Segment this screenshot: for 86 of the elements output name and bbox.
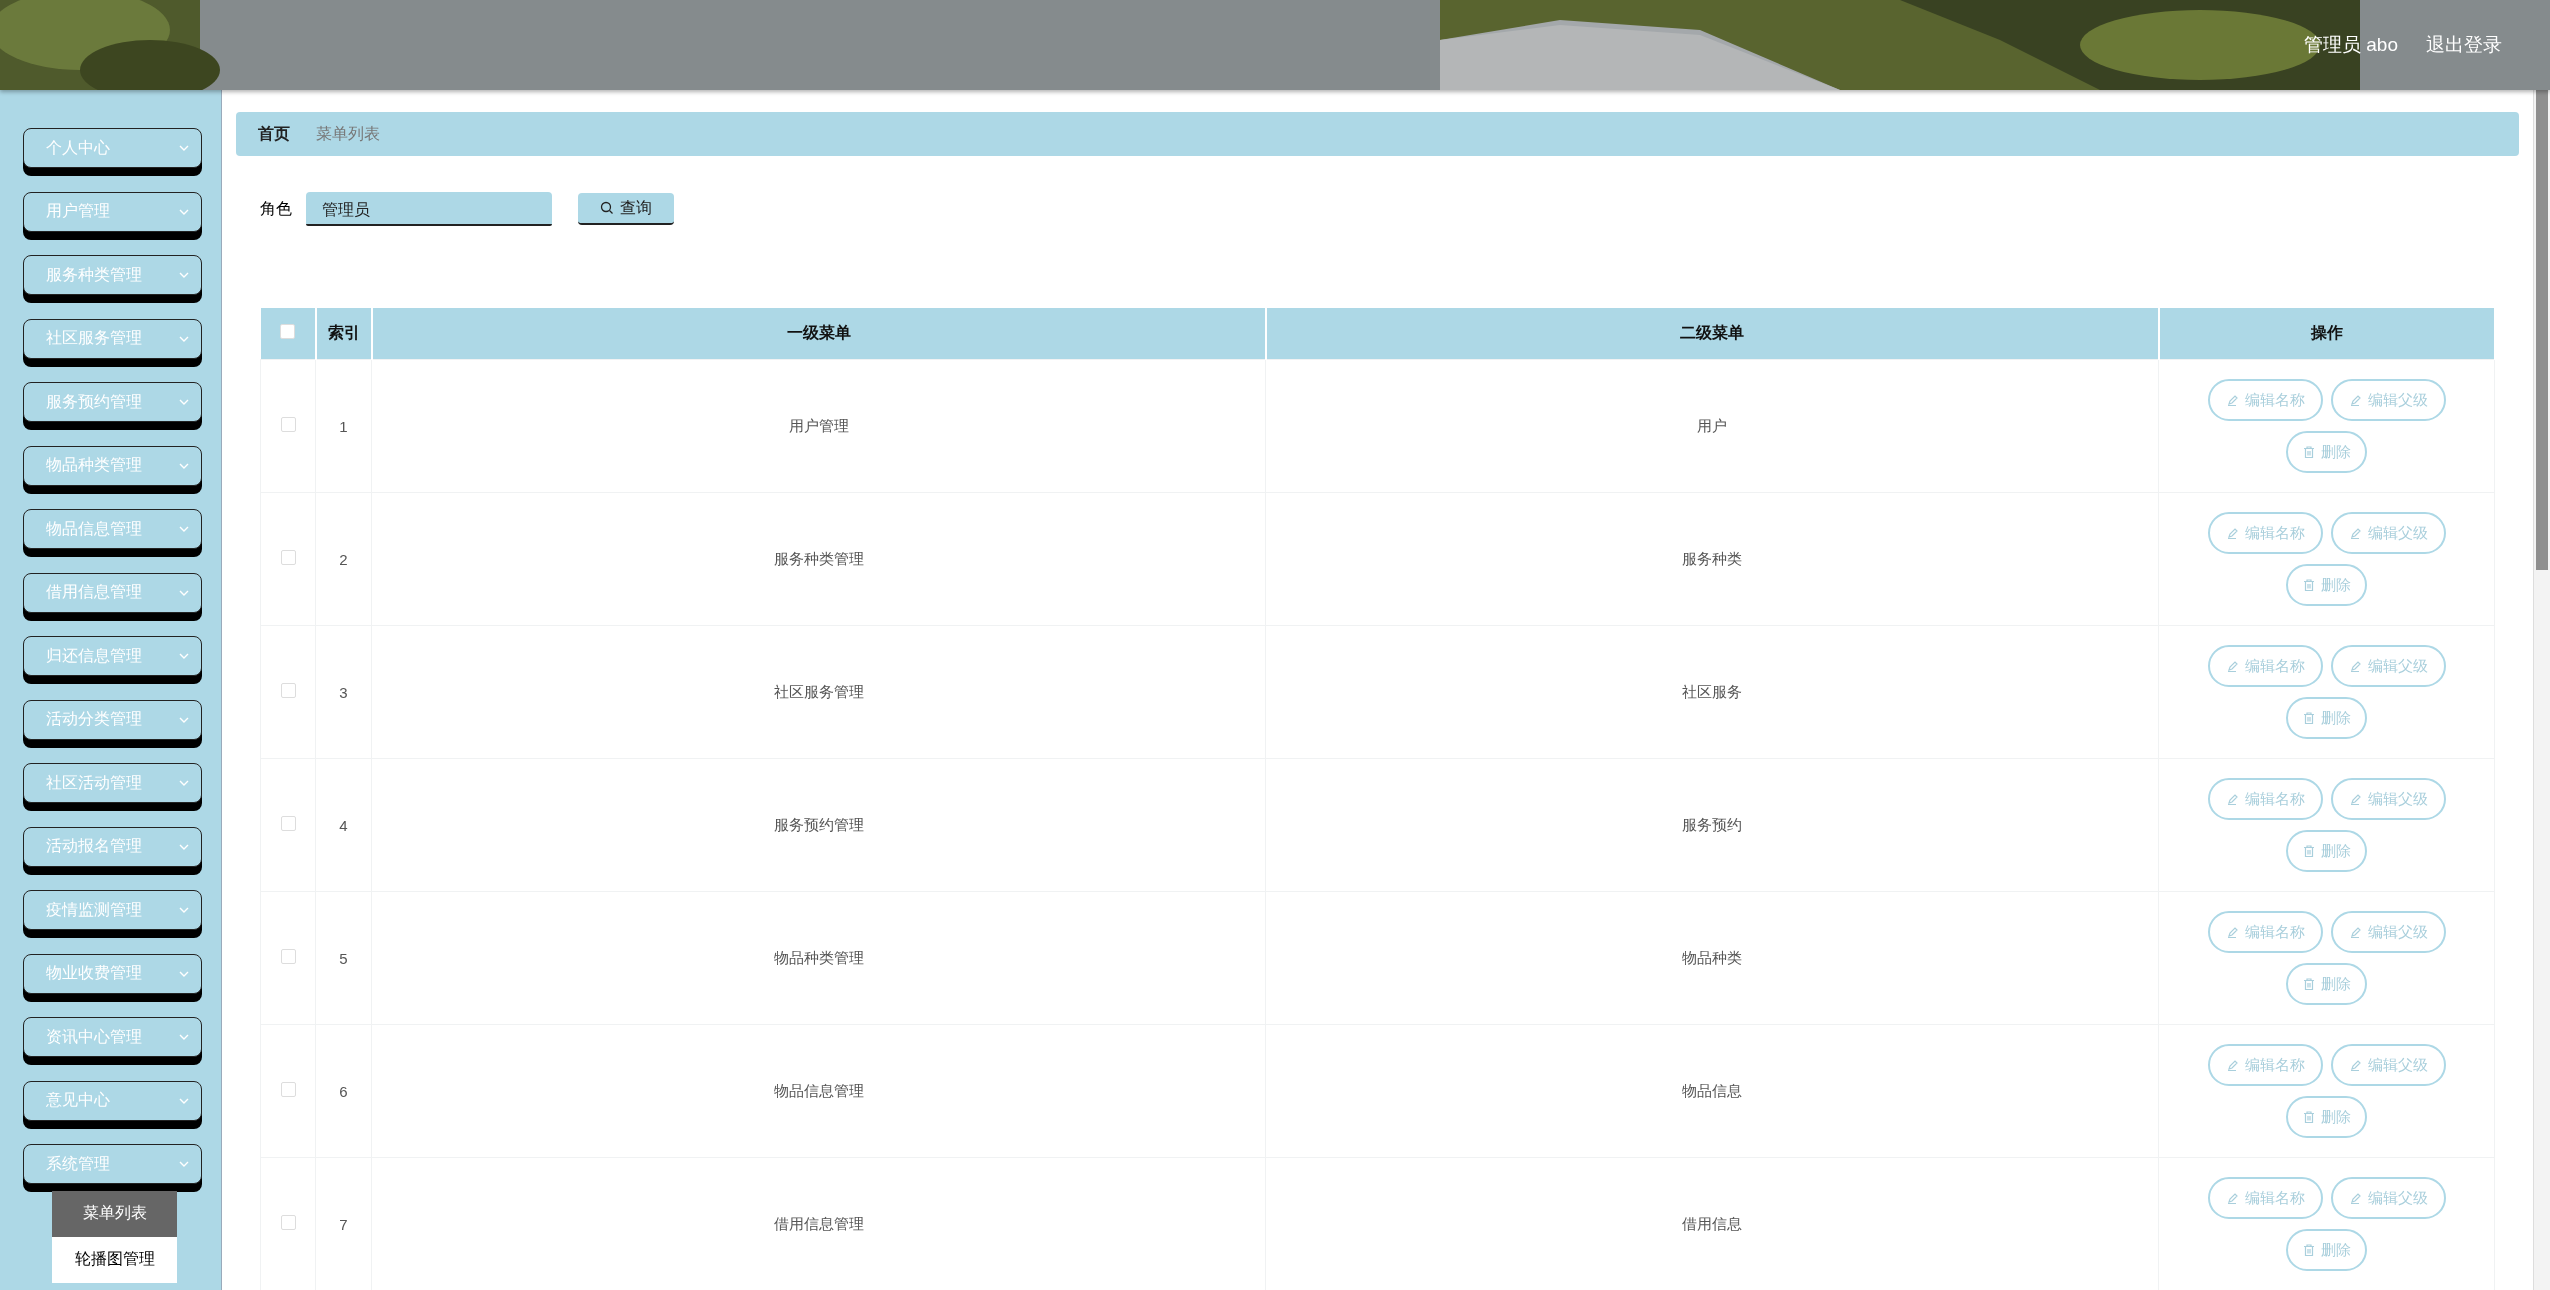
- column-header: 一级菜单: [786, 324, 851, 341]
- trash-icon: [2302, 1243, 2316, 1257]
- trash-icon: [2302, 844, 2316, 858]
- table-cell: 服务种类: [1682, 549, 1742, 567]
- table-cell: 用户: [1697, 416, 1727, 434]
- pencil-icon: [2225, 1191, 2240, 1205]
- user-name: 管理员 abo: [2304, 33, 2398, 57]
- table-cell: 6: [339, 1082, 348, 1100]
- trash-icon: [2302, 1110, 2316, 1124]
- table-cell: 物品种类: [1682, 948, 1742, 966]
- table-cell: 服务预约: [1682, 815, 1742, 833]
- select-all-checkbox[interactable]: [280, 324, 295, 339]
- edit-button[interactable]: 编辑父级: [2330, 512, 2446, 554]
- column-header: 操作: [2310, 324, 2343, 341]
- search-icon: [600, 201, 614, 215]
- table-cell: 物品信息管理: [773, 1081, 864, 1099]
- table-cell: 物品信息: [1682, 1081, 1742, 1099]
- pencil-icon: [2348, 1058, 2363, 1072]
- delete-button[interactable]: 删除: [2286, 1096, 2367, 1138]
- field-label: 角色: [260, 198, 292, 219]
- row-checkbox[interactable]: [280, 683, 296, 698]
- edit-button[interactable]: 编辑父级: [2330, 1044, 2446, 1086]
- edit-button[interactable]: 编辑名称: [2207, 379, 2323, 421]
- table-cell: 5: [339, 949, 348, 967]
- table-cell: 4: [339, 816, 348, 834]
- column-header: 索引: [327, 324, 360, 341]
- edit-button[interactable]: 编辑名称: [2207, 645, 2323, 687]
- pencil-icon: [2348, 393, 2363, 407]
- delete-button[interactable]: 删除: [2286, 697, 2367, 739]
- submenu-item[interactable]: 菜单列表: [52, 1190, 177, 1237]
- column-header: 二级菜单: [1680, 324, 1744, 341]
- trash-icon: [2302, 977, 2316, 991]
- edit-button[interactable]: 编辑名称: [2207, 512, 2323, 554]
- table-cell: 社区服务管理: [773, 682, 864, 700]
- pencil-icon: [2225, 659, 2240, 673]
- breadcrumb-item: 菜单列表: [316, 123, 380, 144]
- edit-button[interactable]: 编辑名称: [2207, 1044, 2323, 1086]
- delete-button[interactable]: 删除: [2286, 431, 2367, 473]
- logout-link[interactable]: 退出登录: [2426, 32, 2502, 58]
- edit-button[interactable]: 编辑名称: [2207, 778, 2323, 820]
- pencil-icon: [2348, 1191, 2363, 1205]
- row-checkbox[interactable]: [280, 550, 296, 565]
- table-cell: 服务种类管理: [773, 549, 864, 567]
- edit-button[interactable]: 编辑父级: [2330, 379, 2446, 421]
- submenu-item[interactable]: 轮播图管理: [52, 1236, 177, 1283]
- pencil-icon: [2348, 792, 2363, 806]
- edit-button[interactable]: 编辑父级: [2330, 1177, 2446, 1219]
- edit-button[interactable]: 编辑父级: [2330, 645, 2446, 687]
- delete-button[interactable]: 删除: [2286, 1229, 2367, 1271]
- trash-icon: [2302, 445, 2316, 459]
- pencil-icon: [2225, 1058, 2240, 1072]
- row-checkbox[interactable]: [280, 949, 296, 964]
- pencil-icon: [2225, 925, 2240, 939]
- edit-button[interactable]: 编辑父级: [2330, 911, 2446, 953]
- table-cell: 1: [339, 417, 348, 435]
- pencil-icon: [2225, 792, 2240, 806]
- table-cell: 7: [339, 1215, 348, 1233]
- edit-button[interactable]: 编辑父级: [2330, 778, 2446, 820]
- table-cell: 借用信息: [1682, 1214, 1742, 1232]
- table-cell: 用户管理: [788, 416, 849, 434]
- delete-button[interactable]: 删除: [2286, 564, 2367, 606]
- scrollbar-thumb[interactable]: [2536, 90, 2548, 570]
- trash-icon: [2302, 711, 2316, 725]
- delete-button[interactable]: 删除: [2286, 830, 2367, 872]
- breadcrumb-item[interactable]: 首页: [258, 123, 290, 145]
- table-cell: 2: [339, 550, 348, 568]
- pencil-icon: [2348, 526, 2363, 540]
- role-input-field[interactable]: 管理员: [306, 192, 552, 226]
- row-checkbox[interactable]: [280, 417, 296, 432]
- edit-button[interactable]: 编辑名称: [2207, 1177, 2323, 1219]
- trash-icon: [2302, 578, 2316, 592]
- table-cell: 3: [339, 683, 348, 701]
- pencil-icon: [2225, 393, 2240, 407]
- edit-button[interactable]: 编辑名称: [2207, 911, 2323, 953]
- table-cell: 服务预约管理: [773, 815, 864, 833]
- table-cell: 借用信息管理: [773, 1214, 864, 1232]
- table-cell: 物品种类管理: [773, 948, 864, 966]
- pencil-icon: [2225, 526, 2240, 540]
- pencil-icon: [2348, 659, 2363, 673]
- search-button[interactable]: 查询: [578, 193, 674, 225]
- row-checkbox[interactable]: [280, 1082, 296, 1097]
- pencil-icon: [2348, 925, 2363, 939]
- delete-button[interactable]: 删除: [2286, 963, 2367, 1005]
- row-checkbox[interactable]: [280, 1215, 296, 1230]
- row-checkbox[interactable]: [280, 816, 296, 831]
- table-cell: 社区服务: [1682, 682, 1742, 700]
